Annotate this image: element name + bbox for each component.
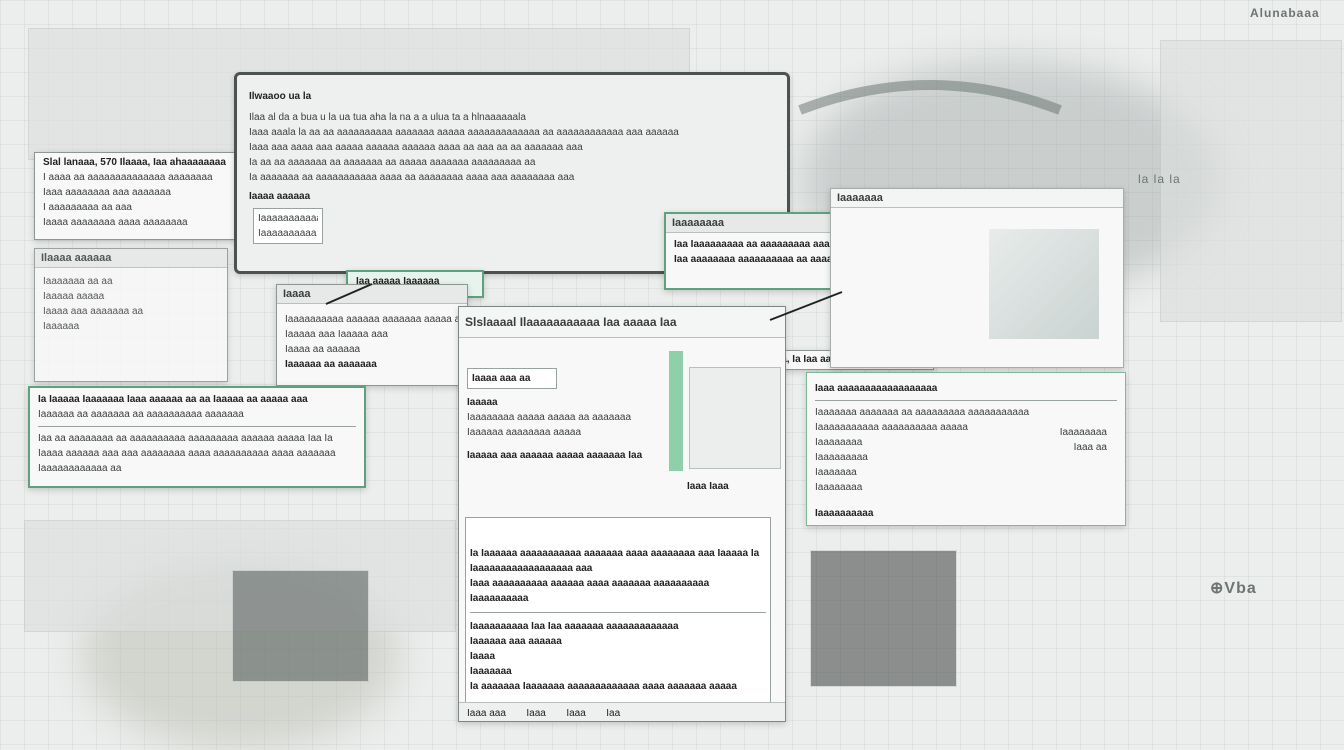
background-arc <box>798 80 1062 115</box>
connector-line-2 <box>769 291 843 321</box>
connector-line-1 <box>325 283 373 305</box>
connector-lines <box>325 80 1062 321</box>
